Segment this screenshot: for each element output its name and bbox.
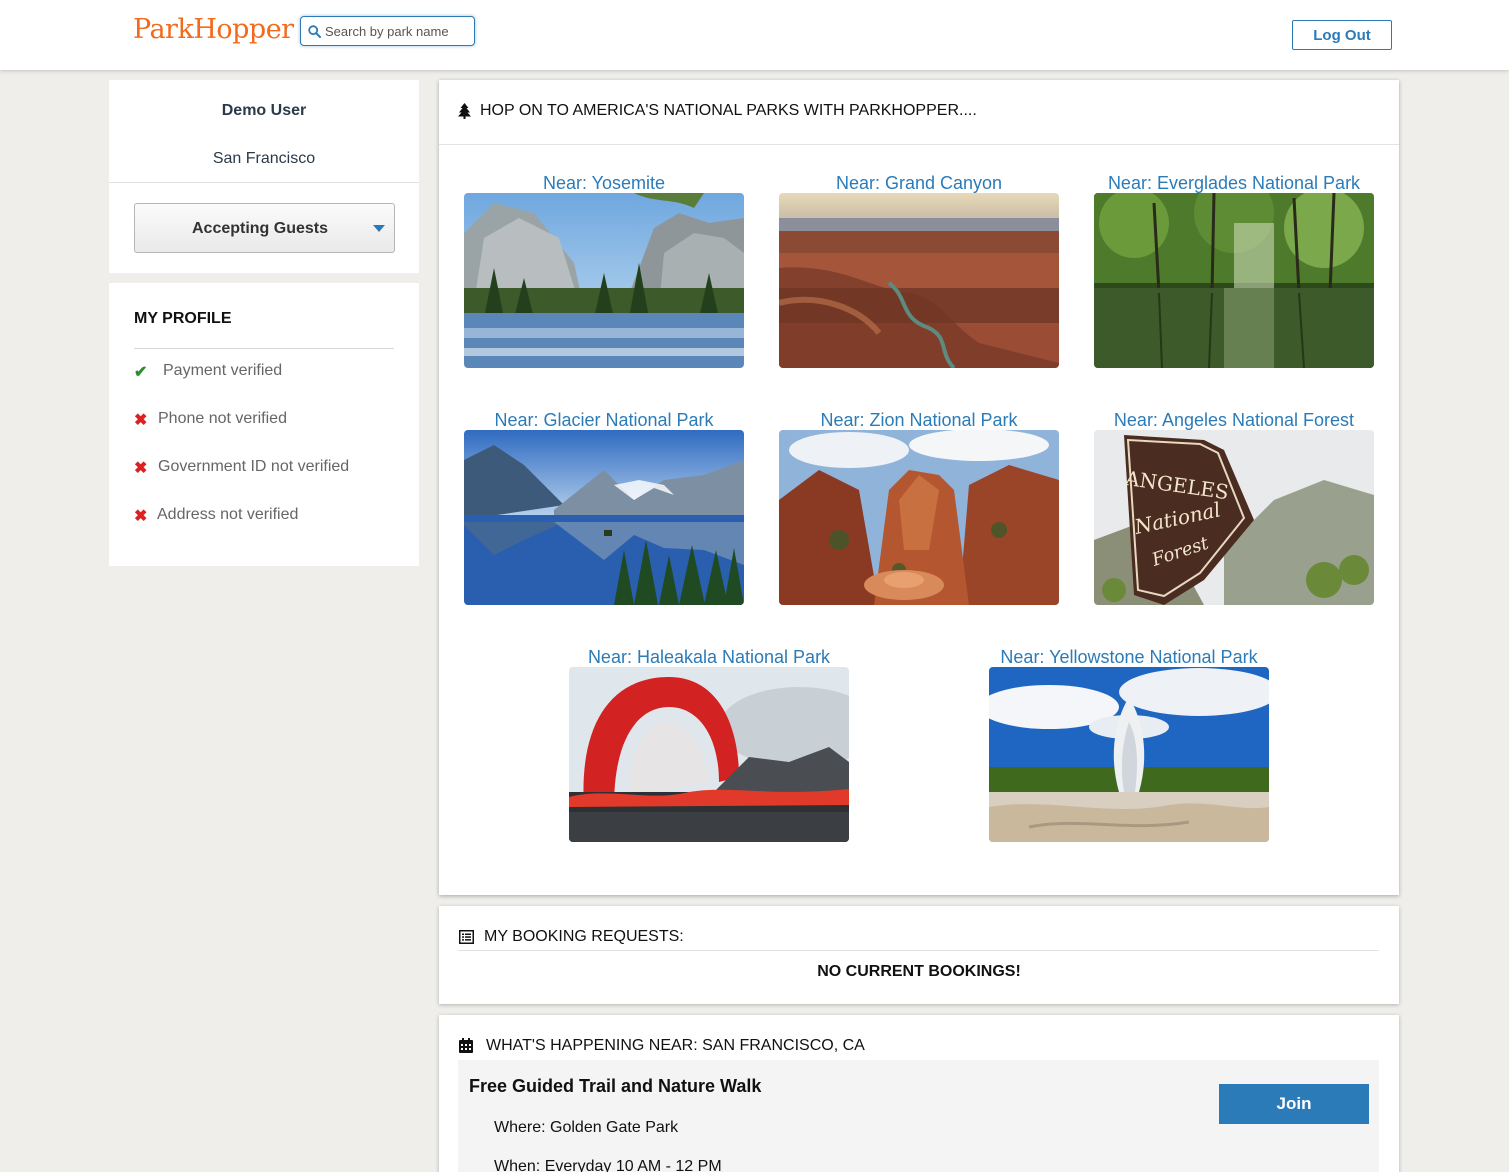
verification-item-government-id: ✖ Government ID not verified (134, 458, 364, 480)
bookings-heading: MY BOOKING REQUESTS: (484, 928, 684, 945)
park-link[interactable]: Near: Haleakala National Park (529, 647, 889, 668)
park-image[interactable] (464, 430, 744, 605)
event-title: Free Guided Trail and Nature Walk (469, 1076, 762, 1096)
search-icon (308, 25, 321, 38)
park-link[interactable]: Near: Yellowstone National Park (949, 647, 1309, 668)
event-location: Where: Golden Gate Park (494, 1119, 679, 1136)
park-link[interactable]: Near: Yosemite (424, 173, 784, 194)
top-nav-bar: ParkHopper Log Out (0, 0, 1509, 70)
hosting-status-dropdown[interactable]: Accepting Guests (134, 203, 395, 253)
park-image[interactable] (569, 667, 849, 842)
user-name: Demo User (221, 102, 307, 119)
park-image[interactable] (779, 193, 1059, 368)
search-input[interactable] (325, 17, 473, 45)
bookings-card (439, 906, 1399, 1004)
verification-label: Payment verified (163, 362, 283, 379)
logout-button[interactable]: Log Out (1292, 20, 1392, 50)
no-bookings-message: NO CURRENT BOOKINGS! (817, 963, 1021, 980)
cross-icon: ✖ (134, 508, 148, 525)
verification-item-payment: ✔ Payment verified (134, 362, 334, 384)
check-icon: ✔ (134, 364, 148, 381)
parks-heading: HOP ON TO AMERICA'S NATIONAL PARKS WITH … (480, 102, 977, 119)
park-link[interactable]: Near: Glacier National Park (424, 410, 784, 431)
calendar-icon (459, 1038, 473, 1053)
cross-icon: ✖ (134, 412, 148, 429)
verification-label: Address not verified (157, 506, 299, 523)
park-link[interactable]: Near: Angeles National Forest (1054, 410, 1414, 431)
events-heading: WHAT'S HAPPENING NEAR: SAN FRANCISCO, CA (486, 1037, 865, 1054)
user-city: San Francisco (212, 150, 316, 167)
cross-icon: ✖ (134, 460, 148, 477)
divider (439, 144, 1399, 145)
search-box (300, 16, 475, 46)
hosting-status-value: Accepting Guests (191, 220, 329, 237)
event-time: When: Everyday 10 AM - 12 PM (494, 1158, 722, 1172)
park-link[interactable]: Near: Zion National Park (739, 410, 1099, 431)
verification-item-phone: ✖ Phone not verified (134, 410, 334, 432)
divider (109, 182, 419, 183)
parkhopper-logo[interactable]: ParkHopper (133, 14, 294, 45)
verification-item-address: ✖ Address not verified (134, 506, 334, 528)
divider (458, 950, 1379, 951)
list-icon (459, 930, 474, 944)
verification-label: Phone not verified (158, 410, 287, 427)
verification-label: Government ID not verified (158, 458, 350, 475)
park-image[interactable]: ANGELES National Forest (1094, 430, 1374, 605)
park-image[interactable] (464, 193, 744, 368)
divider (134, 348, 394, 349)
park-link[interactable]: Near: Grand Canyon (739, 173, 1099, 194)
chevron-down-icon (373, 225, 385, 232)
profile-title: MY PROFILE (134, 310, 232, 327)
park-image[interactable] (989, 667, 1269, 842)
park-link[interactable]: Near: Everglades National Park (1054, 173, 1414, 194)
park-image[interactable] (1094, 193, 1374, 368)
join-event-button[interactable]: Join (1219, 1084, 1369, 1124)
tree-icon (458, 103, 471, 119)
park-image[interactable] (779, 430, 1059, 605)
